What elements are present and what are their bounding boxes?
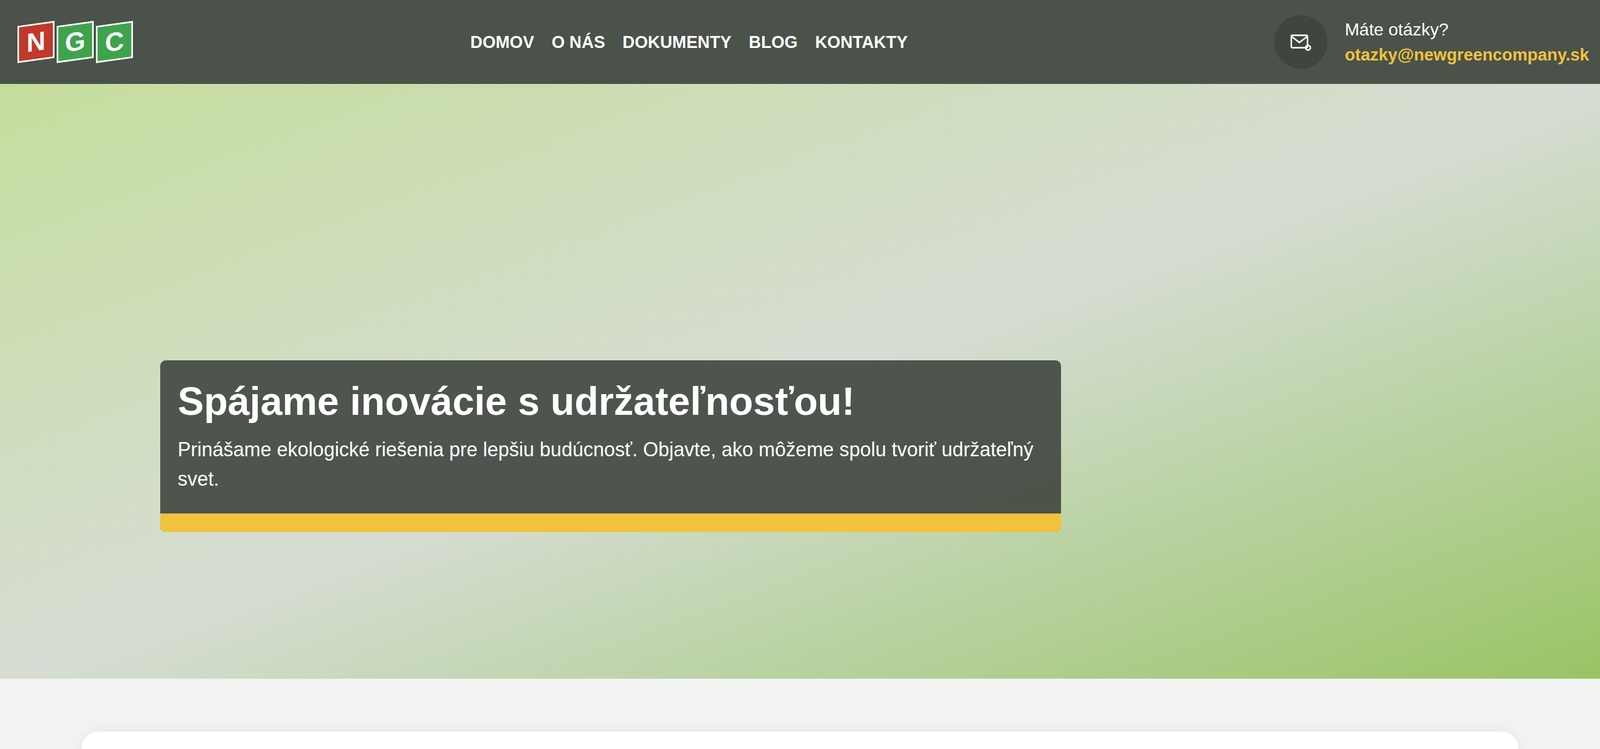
page: NGCDOMOVO NÁSDOKUMENTYBLOGKONTAKTYMáte o… (0, 0, 1600, 749)
nav-link[interactable]: DOMOV (470, 33, 535, 51)
content-area (0, 678, 1600, 749)
logo[interactable]: NGC (0, 23, 471, 61)
nav-link[interactable]: BLOG (748, 33, 798, 51)
header: NGCDOMOVO NÁSDOKUMENTYBLOGKONTAKTYMáte o… (0, 0, 1600, 84)
main-nav: DOMOV O NÁS DOKUMENTY BLOG KONTAKTY (470, 33, 908, 51)
nav-link[interactable]: DOKUMENTY (622, 33, 732, 51)
hero-accent-bar (160, 513, 1062, 532)
contact: Máte otázky? otazky@newgreencompany.sk (1274, 15, 1600, 69)
hero-title: Spájame inovácie s udržateľnosťou! (177, 379, 1044, 423)
hero-subtitle: Prinášame ekologické riešenia pre lepšiu… (177, 434, 1044, 494)
contact-email[interactable]: otazky@newgreencompany.sk (1344, 44, 1590, 66)
nav-link[interactable]: O NÁS (551, 33, 605, 51)
contact-question: Máte otázky? (1344, 18, 1590, 41)
logo-tile: N (17, 20, 55, 64)
mail-icon[interactable] (1274, 15, 1328, 69)
hero: Spájame inovácie s udržateľnosťou! Prináš… (0, 83, 1600, 679)
nav-link[interactable]: KONTAKTY (815, 33, 908, 51)
hero-card: Spájame inovácie s udržateľnosťou! Prináš… (160, 360, 1062, 532)
content-card (81, 731, 1519, 749)
logo-tile: C (95, 20, 133, 64)
logo-tile: G (56, 20, 94, 64)
